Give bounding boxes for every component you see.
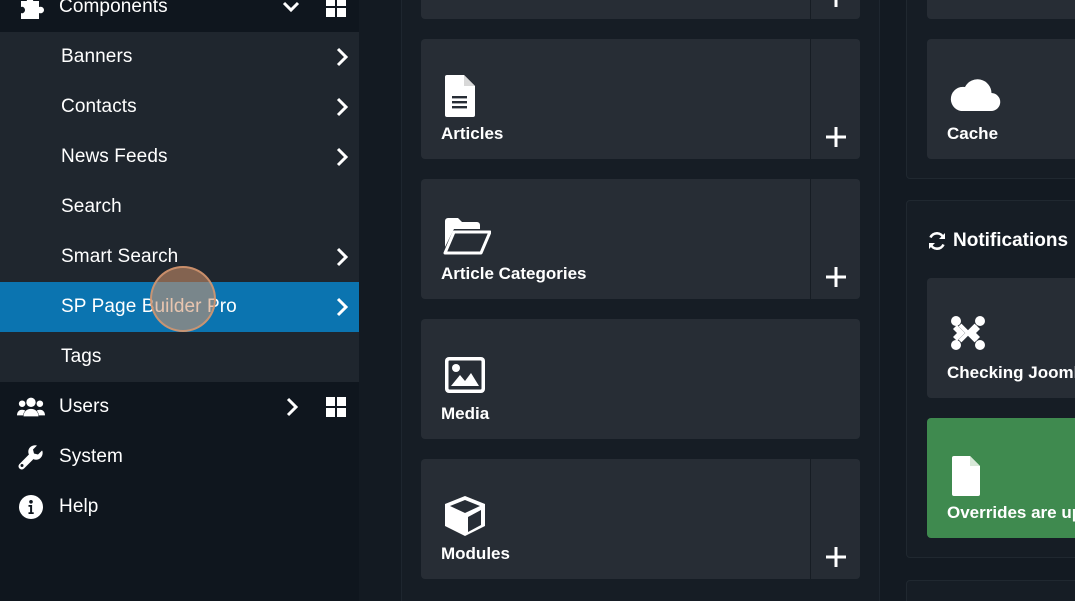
quickicon-modules[interactable]: Modules (421, 459, 860, 579)
notification-overrides[interactable]: Overrides are up to date (927, 418, 1075, 538)
card-label: Overrides are up to date (947, 503, 1075, 522)
sidebar-item-search[interactable]: Search (0, 182, 359, 232)
sidebar-item-contacts[interactable]: Contacts (0, 82, 359, 132)
card-label: Cache (947, 124, 999, 143)
quickicon-media[interactable]: Media (421, 319, 860, 439)
card-label: Articles (441, 124, 504, 143)
chevron-right-icon (336, 147, 349, 167)
card-label: Modules (441, 544, 510, 563)
sidebar-item-label: Search (61, 196, 122, 217)
card-label: Article Categories (441, 264, 587, 283)
card-label: Media (441, 404, 490, 423)
notifications-header: Notifications (927, 230, 1068, 252)
sidebar-item-system[interactable]: System (0, 432, 359, 482)
quickicon-article-categories[interactable]: Article Categories (421, 179, 860, 299)
chevron-right-icon (336, 247, 349, 267)
info-icon (17, 495, 45, 519)
sidebar-item-label: Contacts (61, 96, 137, 117)
sidebar-item-banners[interactable]: Banners (0, 32, 359, 82)
sidebar-item-smart-search[interactable]: Smart Search (0, 232, 359, 282)
sidebar-item-sp-page-builder-pro[interactable]: SP Page Builder Pro (0, 282, 359, 332)
file-icon (952, 456, 980, 496)
sidebar-item-tags[interactable]: Tags (0, 332, 359, 382)
sidebar-item-label: SP Page Builder Pro (61, 296, 237, 317)
sidebar-item-label: Users (59, 396, 110, 417)
plus-icon (826, 267, 846, 287)
sidebar-item-label: News Feeds (61, 146, 168, 167)
add-article-button[interactable] (810, 39, 860, 159)
quickicon-card-partial[interactable] (421, 0, 860, 19)
add-button[interactable] (810, 0, 860, 19)
notification-joomla-update[interactable]: Checking Joomla (927, 278, 1075, 398)
plus-icon (834, 0, 838, 7)
quickicon-articles[interactable]: Articles (421, 39, 860, 159)
folder-open-icon (443, 218, 491, 255)
chevron-right-icon (336, 297, 349, 317)
sidebar-item-components[interactable]: Components (0, 0, 359, 32)
sidebar-item-users[interactable]: Users (0, 382, 359, 432)
file-text-icon (445, 75, 475, 117)
joomla-icon (951, 316, 985, 350)
sidebar-item-label: Help (59, 496, 99, 517)
cube-icon (445, 496, 485, 536)
add-category-button[interactable] (810, 179, 860, 299)
image-icon (445, 357, 485, 393)
sidebar-item-label: Components (59, 0, 168, 17)
puzzle-icon (17, 0, 45, 19)
add-module-button[interactable] (810, 459, 860, 579)
chevron-right-icon (336, 47, 349, 67)
chevron-right-icon (336, 97, 349, 117)
quickicon-cache[interactable]: Cache (927, 39, 1075, 159)
card-label: Checking Joomla (947, 363, 1075, 382)
quickicon-card-partial-right[interactable] (927, 0, 1075, 19)
dashboard-grid-icon[interactable] (326, 397, 346, 417)
chevron-right-icon (286, 397, 299, 417)
chevron-down-icon (282, 1, 300, 13)
dashboard-grid-icon[interactable] (326, 0, 346, 17)
notifications-title: Notifications (953, 230, 1069, 251)
sidebar-item-label: Smart Search (61, 246, 179, 267)
panel-partial-bottom (906, 580, 1075, 601)
sidebar-item-help[interactable]: Help (0, 482, 359, 532)
plus-icon (826, 547, 846, 567)
sync-icon[interactable] (927, 231, 947, 251)
plus-icon (826, 127, 846, 147)
wrench-icon (17, 445, 45, 470)
users-icon (17, 395, 45, 419)
sidebar-item-label: Banners (61, 46, 133, 67)
sidebar-item-label: Tags (61, 346, 102, 367)
sidebar: Components Banners Contacts News Feeds S… (0, 0, 359, 601)
sidebar-item-label: System (59, 446, 123, 467)
cloud-icon (950, 79, 1001, 112)
sidebar-item-news-feeds[interactable]: News Feeds (0, 132, 359, 182)
